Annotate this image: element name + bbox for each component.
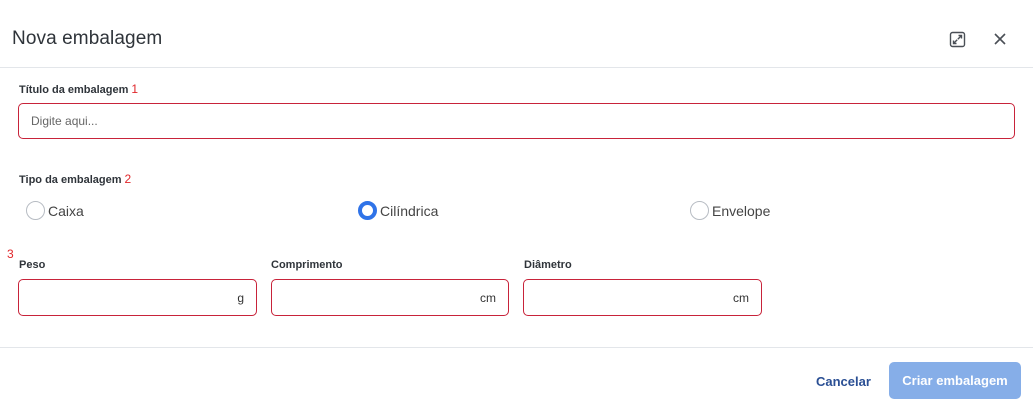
radio-envelope-label: Envelope <box>712 202 771 219</box>
length-field[interactable]: cm <box>271 279 509 316</box>
length-input[interactable] <box>272 280 508 315</box>
package-title-input[interactable] <box>19 104 1014 138</box>
step-number-1: 1 <box>131 82 139 96</box>
radio-unchecked-icon <box>26 201 45 220</box>
package-title-label: Título da embalagem 1 <box>19 82 138 96</box>
radio-checked-icon <box>358 201 377 220</box>
close-icon <box>994 33 1006 45</box>
weight-input[interactable] <box>19 280 256 315</box>
weight-unit: g <box>237 291 244 305</box>
radio-cilindrica[interactable]: Cilíndrica <box>358 201 438 220</box>
radio-envelope[interactable]: Envelope <box>690 201 770 220</box>
radio-caixa-label: Caixa <box>48 202 84 219</box>
footer-divider <box>0 347 1033 348</box>
diameter-label: Diâmetro <box>524 259 572 271</box>
new-package-dialog: Nova embalagem Título da embalagem1 Tipo… <box>0 0 1033 411</box>
length-label: Comprimento <box>271 259 343 271</box>
step-number-2: 2 <box>124 172 132 186</box>
radio-caixa[interactable]: Caixa <box>26 201 84 220</box>
create-package-button[interactable]: Criar embalagem <box>889 362 1021 399</box>
diameter-input[interactable] <box>524 280 761 315</box>
weight-field[interactable]: g <box>18 279 257 316</box>
step-number-3: 3 <box>7 247 14 261</box>
cancel-button[interactable]: Cancelar <box>808 364 879 398</box>
expand-button[interactable] <box>946 28 968 50</box>
diameter-field[interactable]: cm <box>523 279 762 316</box>
package-title-label-text: Título da embalagem <box>19 84 129 96</box>
dialog-header: Nova embalagem <box>0 0 1033 68</box>
radio-cilindrica-label: Cilíndrica <box>380 202 439 219</box>
length-unit: cm <box>480 291 496 305</box>
radio-unchecked-icon <box>690 201 709 220</box>
package-type-label: Tipo da embalagem 2 <box>19 172 131 186</box>
weight-label: Peso <box>19 259 46 271</box>
package-title-field[interactable] <box>18 103 1015 139</box>
expand-icon <box>949 31 965 47</box>
diameter-unit: cm <box>733 291 749 305</box>
close-button[interactable] <box>989 28 1011 50</box>
dialog-title: Nova embalagem <box>12 28 163 49</box>
package-type-label-text: Tipo da embalagem <box>19 174 122 186</box>
